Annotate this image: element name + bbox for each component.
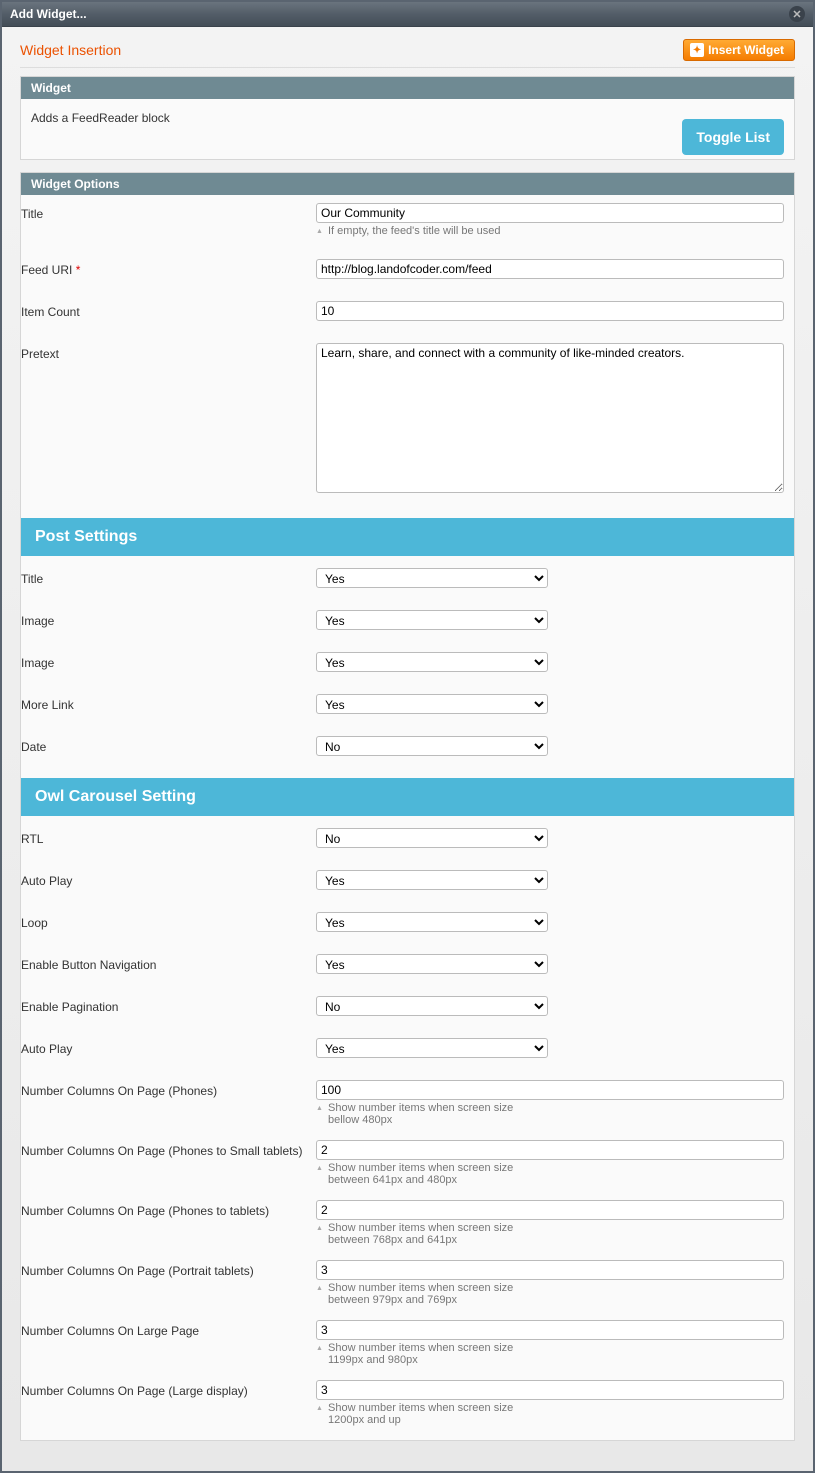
- insert-widget-label: Insert Widget: [708, 43, 784, 57]
- label-item-count: Item Count: [21, 301, 316, 319]
- row-pretext: Pretext Learn, share, and connect with a…: [21, 343, 794, 496]
- label-more-link: More Link: [21, 694, 316, 712]
- header-row: Widget Insertion ✦ Insert Widget: [20, 39, 795, 68]
- input-cols-p2st[interactable]: [316, 1140, 784, 1160]
- label-cols-large-display: Number Columns On Page (Large display): [21, 1380, 316, 1398]
- titlebar: Add Widget... ✕: [2, 2, 813, 27]
- textarea-pretext[interactable]: Learn, share, and connect with a communi…: [316, 343, 784, 493]
- content-area: Widget Insertion ✦ Insert Widget Widget …: [2, 27, 813, 1471]
- row-autoplay-2: Auto Play Yes: [21, 1038, 794, 1058]
- input-item-count[interactable]: [316, 301, 784, 321]
- row-post-image: Image Yes: [21, 610, 794, 630]
- row-cols-phones: Number Columns On Page (Phones) Show num…: [21, 1080, 794, 1126]
- hint-title: If empty, the feed's title will be used: [316, 225, 784, 237]
- select-post-image-2[interactable]: Yes: [316, 652, 548, 672]
- section-owl-carousel: Owl Carousel Setting: [21, 778, 794, 816]
- hint-cols-phones: Show number items when screen size bello…: [316, 1102, 536, 1126]
- label-pagination: Enable Pagination: [21, 996, 316, 1014]
- row-item-count: Item Count: [21, 301, 794, 321]
- row-cols-large: Number Columns On Large Page Show number…: [21, 1320, 794, 1366]
- select-nav[interactable]: Yes: [316, 954, 548, 974]
- row-autoplay: Auto Play Yes: [21, 870, 794, 890]
- row-cols-p2st: Number Columns On Page (Phones to Small …: [21, 1140, 794, 1186]
- label-autoplay: Auto Play: [21, 870, 316, 888]
- label-post-image: Image: [21, 610, 316, 628]
- label-post-image-2: Image: [21, 652, 316, 670]
- label-loop: Loop: [21, 912, 316, 930]
- select-post-image[interactable]: Yes: [316, 610, 548, 630]
- input-feed-uri[interactable]: [316, 259, 784, 279]
- input-cols-portrait[interactable]: [316, 1260, 784, 1280]
- row-loop: Loop Yes: [21, 912, 794, 932]
- row-rtl: RTL No: [21, 828, 794, 848]
- label-nav: Enable Button Navigation: [21, 954, 316, 972]
- input-title[interactable]: [316, 203, 784, 223]
- label-post-title: Title: [21, 568, 316, 586]
- label-autoplay-2: Auto Play: [21, 1038, 316, 1056]
- input-cols-large[interactable]: [316, 1320, 784, 1340]
- widget-panel-body: Adds a FeedReader block Toggle List: [21, 99, 794, 159]
- label-rtl: RTL: [21, 828, 316, 846]
- select-date[interactable]: No: [316, 736, 548, 756]
- hint-cols-p2t: Show number items when screen size betwe…: [316, 1222, 536, 1246]
- toggle-list-button[interactable]: Toggle List: [682, 119, 784, 155]
- row-post-image-2: Image Yes: [21, 652, 794, 672]
- label-cols-p2st: Number Columns On Page (Phones to Small …: [21, 1140, 316, 1158]
- label-feed-uri: Feed URI *: [21, 259, 316, 277]
- label-pretext: Pretext: [21, 343, 316, 361]
- hint-cols-large-display: Show number items when screen size 1200p…: [316, 1402, 536, 1426]
- label-title: Title: [21, 203, 316, 221]
- widget-panel-head: Widget: [21, 77, 794, 99]
- label-cols-phones: Number Columns On Page (Phones): [21, 1080, 316, 1098]
- row-nav: Enable Button Navigation Yes: [21, 954, 794, 974]
- hint-cols-portrait: Show number items when screen size betwe…: [316, 1282, 536, 1306]
- row-pagination: Enable Pagination No: [21, 996, 794, 1016]
- hint-cols-p2st: Show number items when screen size betwe…: [316, 1162, 536, 1186]
- widget-options-head: Widget Options: [21, 173, 794, 195]
- select-autoplay[interactable]: Yes: [316, 870, 548, 890]
- section-post-settings: Post Settings: [21, 518, 794, 556]
- select-more-link[interactable]: Yes: [316, 694, 548, 714]
- row-title: Title If empty, the feed's title will be…: [21, 203, 794, 237]
- row-date: Date No: [21, 736, 794, 756]
- add-widget-dialog: Add Widget... ✕ Widget Insertion ✦ Inser…: [0, 0, 815, 1473]
- close-icon[interactable]: ✕: [789, 6, 805, 22]
- row-post-title: Title Yes: [21, 568, 794, 588]
- insert-widget-button[interactable]: ✦ Insert Widget: [683, 39, 795, 61]
- label-date: Date: [21, 736, 316, 754]
- row-feed-uri: Feed URI *: [21, 259, 794, 279]
- select-rtl[interactable]: No: [316, 828, 548, 848]
- window-title: Add Widget...: [10, 7, 87, 21]
- dialog-title: Widget Insertion: [20, 42, 121, 58]
- input-cols-p2t[interactable]: [316, 1200, 784, 1220]
- row-cols-p2t: Number Columns On Page (Phones to tablet…: [21, 1200, 794, 1246]
- widget-panel: Widget Adds a FeedReader block Toggle Li…: [20, 76, 795, 160]
- label-cols-large: Number Columns On Large Page: [21, 1320, 316, 1338]
- select-autoplay-2[interactable]: Yes: [316, 1038, 548, 1058]
- row-cols-portrait: Number Columns On Page (Portrait tablets…: [21, 1260, 794, 1306]
- row-more-link: More Link Yes: [21, 694, 794, 714]
- label-cols-portrait: Number Columns On Page (Portrait tablets…: [21, 1260, 316, 1278]
- select-post-title[interactable]: Yes: [316, 568, 548, 588]
- insert-icon: ✦: [690, 43, 704, 57]
- row-cols-large-display: Number Columns On Page (Large display) S…: [21, 1380, 794, 1426]
- select-pagination[interactable]: No: [316, 996, 548, 1016]
- select-loop[interactable]: Yes: [316, 912, 548, 932]
- widget-description: Adds a FeedReader block: [31, 111, 784, 125]
- widget-options-panel: Widget Options Title If empty, the feed'…: [20, 172, 795, 1441]
- input-cols-large-display[interactable]: [316, 1380, 784, 1400]
- widget-options-body: Title If empty, the feed's title will be…: [21, 195, 794, 1426]
- input-cols-phones[interactable]: [316, 1080, 784, 1100]
- hint-cols-large: Show number items when screen size 1199p…: [316, 1342, 536, 1366]
- label-cols-p2t: Number Columns On Page (Phones to tablet…: [21, 1200, 316, 1218]
